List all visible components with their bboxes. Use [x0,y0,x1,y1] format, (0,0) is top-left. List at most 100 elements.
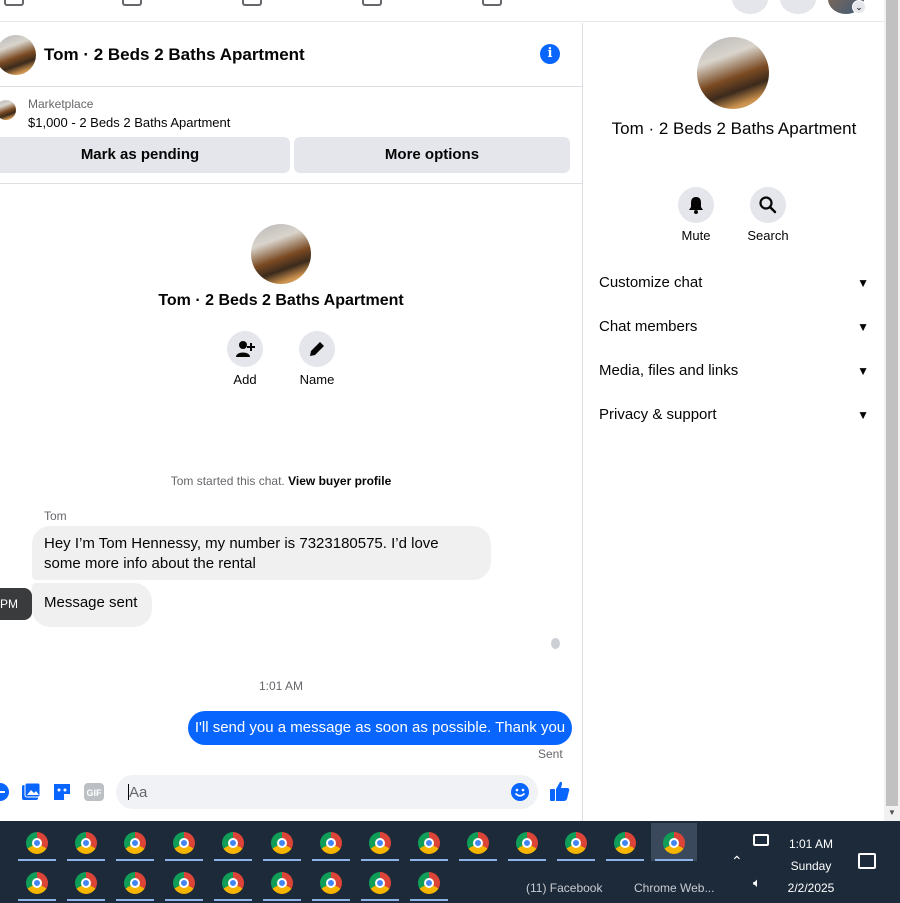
media-files-links-section[interactable]: Media, files and links ▼ [599,349,869,393]
thumbs-up-icon[interactable] [549,780,571,802]
clock-date: 2/2/2025 [787,881,835,895]
chrome-taskbar-button[interactable] [161,823,207,861]
edit-name-button[interactable] [299,331,335,367]
chrome-taskbar-button[interactable] [161,863,207,901]
chrome-icon [222,832,244,854]
search-label: Search [747,228,789,243]
chat-details-panel: Tom · 2 Beds 2 Baths Apartment Mute Sear… [582,23,884,821]
conversation-avatar[interactable] [0,35,36,75]
svg-text:GIF: GIF [87,788,103,798]
details-avatar[interactable] [697,37,769,109]
chrome-taskbar-button[interactable] [112,863,158,901]
chat-intro-title: Tom · 2 Beds 2 Baths Apartment [158,292,404,309]
notifications-icon[interactable] [858,853,876,869]
chrome-taskbar-button[interactable] [14,863,60,901]
message-timestamp: 1:01 AM [258,679,304,693]
marketplace-banner: Marketplace $1,000 - 2 Beds 2 Baths Apar… [0,88,582,184]
chrome-taskbar-button[interactable] [357,863,403,901]
pencil-icon [310,342,324,356]
chrome-taskbar-button[interactable] [210,863,256,901]
chrome-taskbar-button[interactable] [14,823,60,861]
show-hidden-icons-chevron-icon[interactable]: ⌃ [731,853,743,870]
chevron-down-icon: ▼ [857,320,869,334]
gif-icon[interactable]: GIF [83,782,105,802]
taskbar-window-label[interactable]: (11) Facebook [526,881,602,895]
chrome-taskbar-button[interactable] [504,823,550,861]
chrome-icon [124,832,146,854]
view-buyer-profile-link[interactable]: View buyer profile [288,474,391,488]
chrome-icon [271,872,293,894]
chrome-taskbar-button[interactable] [553,823,599,861]
message-input[interactable]: Aa [116,775,538,809]
conversation-title[interactable]: Tom · 2 Beds 2 Baths Apartment [44,45,305,65]
mute-button[interactable] [678,187,714,223]
chrome-taskbar-button[interactable] [406,863,452,901]
volume-icon[interactable]: 🔈︎ [753,875,761,891]
chrome-taskbar-button[interactable] [259,863,305,901]
listing-thumbnail[interactable] [0,100,16,120]
sticker-icon[interactable] [52,782,72,802]
customize-chat-section[interactable]: Customize chat ▼ [599,261,869,305]
photo-icon[interactable] [21,782,41,802]
chrome-taskbar-button[interactable] [308,863,354,901]
home-icon[interactable] [4,0,24,6]
add-people-button[interactable] [227,331,263,367]
search-button[interactable] [750,187,786,223]
chrome-icon [26,872,48,894]
chrome-icon [467,832,489,854]
page-scrollbar[interactable]: ▼ [884,0,900,821]
chrome-icon [320,872,342,894]
chrome-icon [173,872,195,894]
chrome-icon [663,832,685,854]
conversation-header: Tom · 2 Beds 2 Baths Apartment i [0,23,582,87]
chrome-taskbar-button[interactable] [602,823,648,861]
chrome-icon [516,832,538,854]
network-icon[interactable] [753,834,769,846]
chrome-taskbar-button[interactable] [406,823,452,861]
mark-as-pending-button[interactable]: Mark as pending [0,137,290,173]
taskbar-window-label[interactable]: Chrome Web... [634,881,714,895]
privacy-support-section[interactable]: Privacy & support ▼ [599,393,869,437]
emoji-icon[interactable] [510,782,530,802]
chrome-taskbar-button[interactable] [455,823,501,861]
chrome-taskbar-button[interactable] [308,823,354,861]
chrome-icon [124,872,146,894]
chrome-taskbar-button[interactable] [63,863,109,901]
mute-label: Mute [681,228,711,243]
taskbar-clock[interactable]: 1:01 AM Sunday 2/2/2025 [776,833,846,899]
outgoing-message-bubble[interactable]: I'll send you a message as soon as possi… [188,711,572,745]
clock-time: 1:01 AM [788,837,834,851]
chrome-icon [418,832,440,854]
chrome-taskbar-button[interactable] [259,823,305,861]
chrome-taskbar-button-active[interactable] [651,823,697,861]
chevron-down-icon: ▼ [857,276,869,290]
chevron-down-icon[interactable]: ⌄ [852,0,866,14]
gaming-icon[interactable] [482,0,502,6]
incoming-message-bubble[interactable]: Hey I’m Tom Hennessy, my number is 73231… [32,526,491,580]
menu-grid-button[interactable] [732,0,768,14]
more-actions-icon[interactable] [0,782,10,802]
listing-price-title[interactable]: $1,000 - 2 Beds 2 Baths Apartment [28,115,230,130]
chrome-taskbar-button[interactable] [357,823,403,861]
chrome-taskbar-button[interactable] [210,823,256,861]
info-icon[interactable]: i [540,44,560,64]
video-icon[interactable] [122,0,142,6]
more-options-button[interactable]: More options [294,137,570,173]
scroll-down-arrow-icon[interactable]: ▼ [888,808,896,817]
chevron-down-icon: ▼ [857,408,869,422]
chrome-icon [173,832,195,854]
chrome-taskbar-button[interactable] [63,823,109,861]
chrome-icon [222,872,244,894]
add-person-icon [236,341,255,357]
chevron-down-icon: ▼ [857,364,869,378]
groups-icon[interactable] [362,0,382,6]
messenger-button[interactable] [780,0,816,14]
scrollbar-thumb[interactable] [886,0,898,806]
clock-day: Sunday [790,859,832,873]
chat-members-section[interactable]: Chat members ▼ [599,305,869,349]
chrome-icon [369,872,391,894]
chrome-taskbar-button[interactable] [112,823,158,861]
marketplace-icon[interactable] [242,0,262,6]
incoming-message-bubble[interactable]: Message sent [32,583,152,627]
windows-taskbar: (11) Facebook Chrome Web... ⌃ 🔈︎ 1:01 AM… [0,821,900,903]
